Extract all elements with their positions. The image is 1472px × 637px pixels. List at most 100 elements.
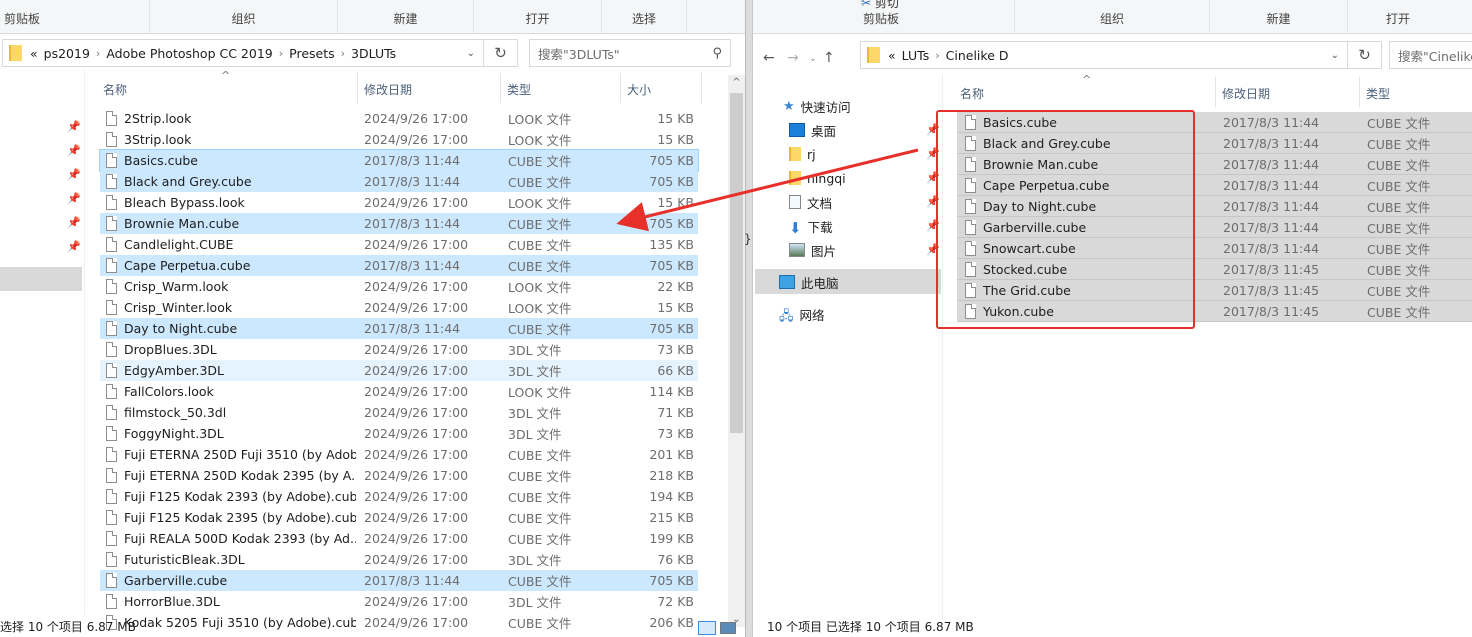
file-row[interactable]: EdgyAmber.3DL 2024/9/26 17:00 3DL 文件 66 KB xyxy=(100,360,698,381)
nav-item-label: rj xyxy=(807,146,816,162)
file-row[interactable]: FallColors.look 2024/9/26 17:00 LOOK 文件 114… xyxy=(100,381,698,402)
ribbon-group-open[interactable]: 打开 xyxy=(474,0,602,34)
file-row[interactable]: Basics.cube 2017/8/3 11:44 CUBE 文件 705 KB xyxy=(99,149,699,172)
chevron-down-icon[interactable]: ⌄ xyxy=(467,48,475,59)
column-header-name[interactable]: 名称 xyxy=(960,85,984,102)
column-header-size[interactable]: 大小 xyxy=(627,81,651,98)
breadcrumb-item[interactable]: Cinelike D xyxy=(946,48,1009,63)
back-button[interactable]: ← xyxy=(763,50,775,66)
nav-item[interactable]: 此电脑 xyxy=(779,271,839,293)
file-row[interactable]: Brownie Man.cube 2017/8/3 11:44 CUBE 文件 705… xyxy=(100,213,698,234)
ribbon-group-clipboard[interactable]: 剪贴板 xyxy=(0,0,150,34)
details-view-icon[interactable] xyxy=(698,621,716,635)
nav-item[interactable]: 图片 xyxy=(789,239,836,261)
scroll-up-icon[interactable]: ^ xyxy=(728,77,745,88)
folder-icon xyxy=(867,47,880,63)
vertical-scrollbar[interactable]: ^ ⌄ xyxy=(728,75,745,627)
file-row[interactable]: Bleach Bypass.look 2024/9/26 17:00 LOOK 文件… xyxy=(100,192,698,213)
large-icons-view-icon[interactable] xyxy=(720,622,736,634)
refresh-button[interactable]: ↻ xyxy=(484,39,518,67)
file-row[interactable]: Fuji ETERNA 250D Fuji 3510 (by Adob... 20… xyxy=(100,444,698,465)
file-row[interactable]: Garberville.cube 2017/8/3 11:44 CUBE 文件 705… xyxy=(100,570,698,591)
ribbon-group-select[interactable]: 选择 xyxy=(602,0,687,34)
file-row[interactable]: Black and Grey.cube 2017/8/3 11:44 CUBE 文件… xyxy=(100,171,698,192)
ribbon-group-new[interactable]: 新建 xyxy=(338,0,474,34)
scrollbar-thumb[interactable] xyxy=(730,93,743,433)
search-input[interactable]: 搜索"Cinelike D" xyxy=(1389,41,1472,69)
nav-item[interactable]: ★ 快速访问 xyxy=(783,95,851,117)
file-row[interactable]: Fuji REALA 500D Kodak 2393 (by Ad... 2024… xyxy=(100,528,698,549)
file-icon xyxy=(106,552,117,567)
file-row[interactable]: Day to Night.cube 2017/8/3 11:44 CUBE 文件 70… xyxy=(100,318,698,339)
file-row[interactable]: Fuji F125 Kodak 2395 (by Adobe).cube 2024… xyxy=(100,507,698,528)
nav-item-selected[interactable] xyxy=(0,267,82,291)
breadcrumb-item[interactable]: Adobe Photoshop CC 2019 xyxy=(106,46,272,61)
file-row[interactable]: Cape Perpetua.cube 2017/8/3 11:44 CUBE 文件 7… xyxy=(100,255,698,276)
file-icon xyxy=(106,132,117,147)
breadcrumb-item[interactable]: 3DLUTs xyxy=(351,46,396,61)
breadcrumb-item[interactable]: ps2019 xyxy=(44,46,90,61)
column-header-type[interactable]: 类型 xyxy=(507,81,531,98)
file-type: LOOK 文件 xyxy=(508,301,572,316)
ribbon-group-organize[interactable]: 组织 xyxy=(150,0,338,34)
file-row[interactable]: Crisp_Warm.look 2024/9/26 17:00 LOOK 文件 22 … xyxy=(100,276,698,297)
breadcrumb-overflow[interactable]: « xyxy=(30,46,38,61)
search-icon: ⚲ xyxy=(712,45,722,61)
file-type: CUBE 文件 xyxy=(508,238,572,253)
file-date: 2024/9/26 17:00 xyxy=(364,195,469,210)
column-header-date[interactable]: 修改日期 xyxy=(1222,85,1270,102)
file-row[interactable]: DropBlues.3DL 2024/9/26 17:00 3DL 文件 73 KB xyxy=(100,339,698,360)
file-size: 15 KB xyxy=(657,132,694,147)
column-header-type[interactable]: 类型 xyxy=(1366,85,1390,102)
address-bar[interactable]: « ps2019 › Adobe Photoshop CC 2019 › Prese… xyxy=(2,39,484,67)
chevron-right-icon: › xyxy=(278,46,284,60)
nav-item[interactable]: 🖧 网络 xyxy=(779,303,825,325)
nav-item[interactable]: ⬇ 下载 xyxy=(789,215,833,237)
file-size: 194 KB xyxy=(649,489,694,504)
file-date: 2017/8/3 11:44 xyxy=(1223,219,1320,235)
file-row[interactable]: FuturisticBleak.3DL 2024/9/26 17:00 3DL 文件… xyxy=(100,549,698,570)
nav-item[interactable]: 文档 xyxy=(789,191,832,213)
file-type: CUBE 文件 xyxy=(508,175,572,190)
file-row[interactable]: Candlelight.CUBE 2024/9/26 17:00 CUBE 文件 13… xyxy=(100,234,698,255)
file-icon xyxy=(106,468,117,483)
file-row[interactable]: Crisp_Winter.look 2024/9/26 17:00 LOOK 文件 1… xyxy=(100,297,698,318)
left-explorer-window: 剪贴板 组织 新建 打开 选择 « ps2019 › Adobe Photosho… xyxy=(0,0,745,637)
pin-icon: 📌 xyxy=(67,192,81,205)
file-row[interactable]: Fuji ETERNA 250D Kodak 2395 (by A... 2024… xyxy=(100,465,698,486)
file-type: CUBE 文件 xyxy=(1367,136,1431,152)
file-date: 2017/8/3 11:44 xyxy=(364,573,461,588)
breadcrumb-item[interactable]: Presets xyxy=(289,46,335,61)
breadcrumb-item[interactable]: LUTs xyxy=(902,48,930,63)
search-input[interactable]: 搜索"3DLUTs" ⚲ xyxy=(529,39,731,67)
up-button[interactable]: ↑ xyxy=(823,50,835,66)
ribbon-group-organize[interactable]: 组织 xyxy=(1015,0,1210,34)
file-row[interactable]: HorrorBlue.3DL 2024/9/26 17:00 3DL 文件 72 KB xyxy=(100,591,698,612)
breadcrumb-overflow[interactable]: « xyxy=(888,48,896,63)
ribbon-group-clipboard[interactable]: 剪贴板 xyxy=(753,0,1015,34)
ribbon-group-open[interactable]: 打开 xyxy=(1348,0,1472,34)
recent-locations-icon[interactable]: ⌄ xyxy=(809,54,817,64)
file-name: Garberville.cube xyxy=(124,573,228,588)
file-name: Candlelight.CUBE xyxy=(124,237,234,252)
column-headers: ^ 名称 修改日期 类型 大小 xyxy=(95,69,725,107)
ribbon-group-new[interactable]: 新建 xyxy=(1210,0,1348,34)
sort-ascending-icon: ^ xyxy=(1082,73,1092,86)
file-row[interactable]: FoggyNight.3DL 2024/9/26 17:00 3DL 文件 73 KB xyxy=(100,423,698,444)
file-name: 3Strip.look xyxy=(124,132,192,147)
file-row[interactable]: filmstock_50.3dl 2024/9/26 17:00 3DL 文件 71 … xyxy=(100,402,698,423)
nav-item[interactable]: ningqi xyxy=(789,167,846,189)
refresh-button[interactable]: ↻ xyxy=(1348,41,1382,69)
address-bar[interactable]: « LUTs › Cinelike D ⌄ xyxy=(860,41,1348,69)
nav-item[interactable]: 桌面 xyxy=(789,119,836,141)
file-date: 2017/8/3 11:44 xyxy=(1223,240,1320,256)
nav-item[interactable]: rj xyxy=(789,143,816,165)
column-header-date[interactable]: 修改日期 xyxy=(364,81,412,98)
forward-button[interactable]: → xyxy=(787,50,799,66)
file-row[interactable]: 3Strip.look 2024/9/26 17:00 LOOK 文件 15 KB xyxy=(100,129,698,150)
chevron-down-icon[interactable]: ⌄ xyxy=(1331,50,1339,61)
file-row[interactable]: 2Strip.look 2024/9/26 17:00 LOOK 文件 15 KB xyxy=(100,108,698,129)
file-type: CUBE 文件 xyxy=(1367,262,1431,278)
column-header-name[interactable]: 名称 xyxy=(103,81,127,98)
file-row[interactable]: Fuji F125 Kodak 2393 (by Adobe).cube 2024… xyxy=(100,486,698,507)
